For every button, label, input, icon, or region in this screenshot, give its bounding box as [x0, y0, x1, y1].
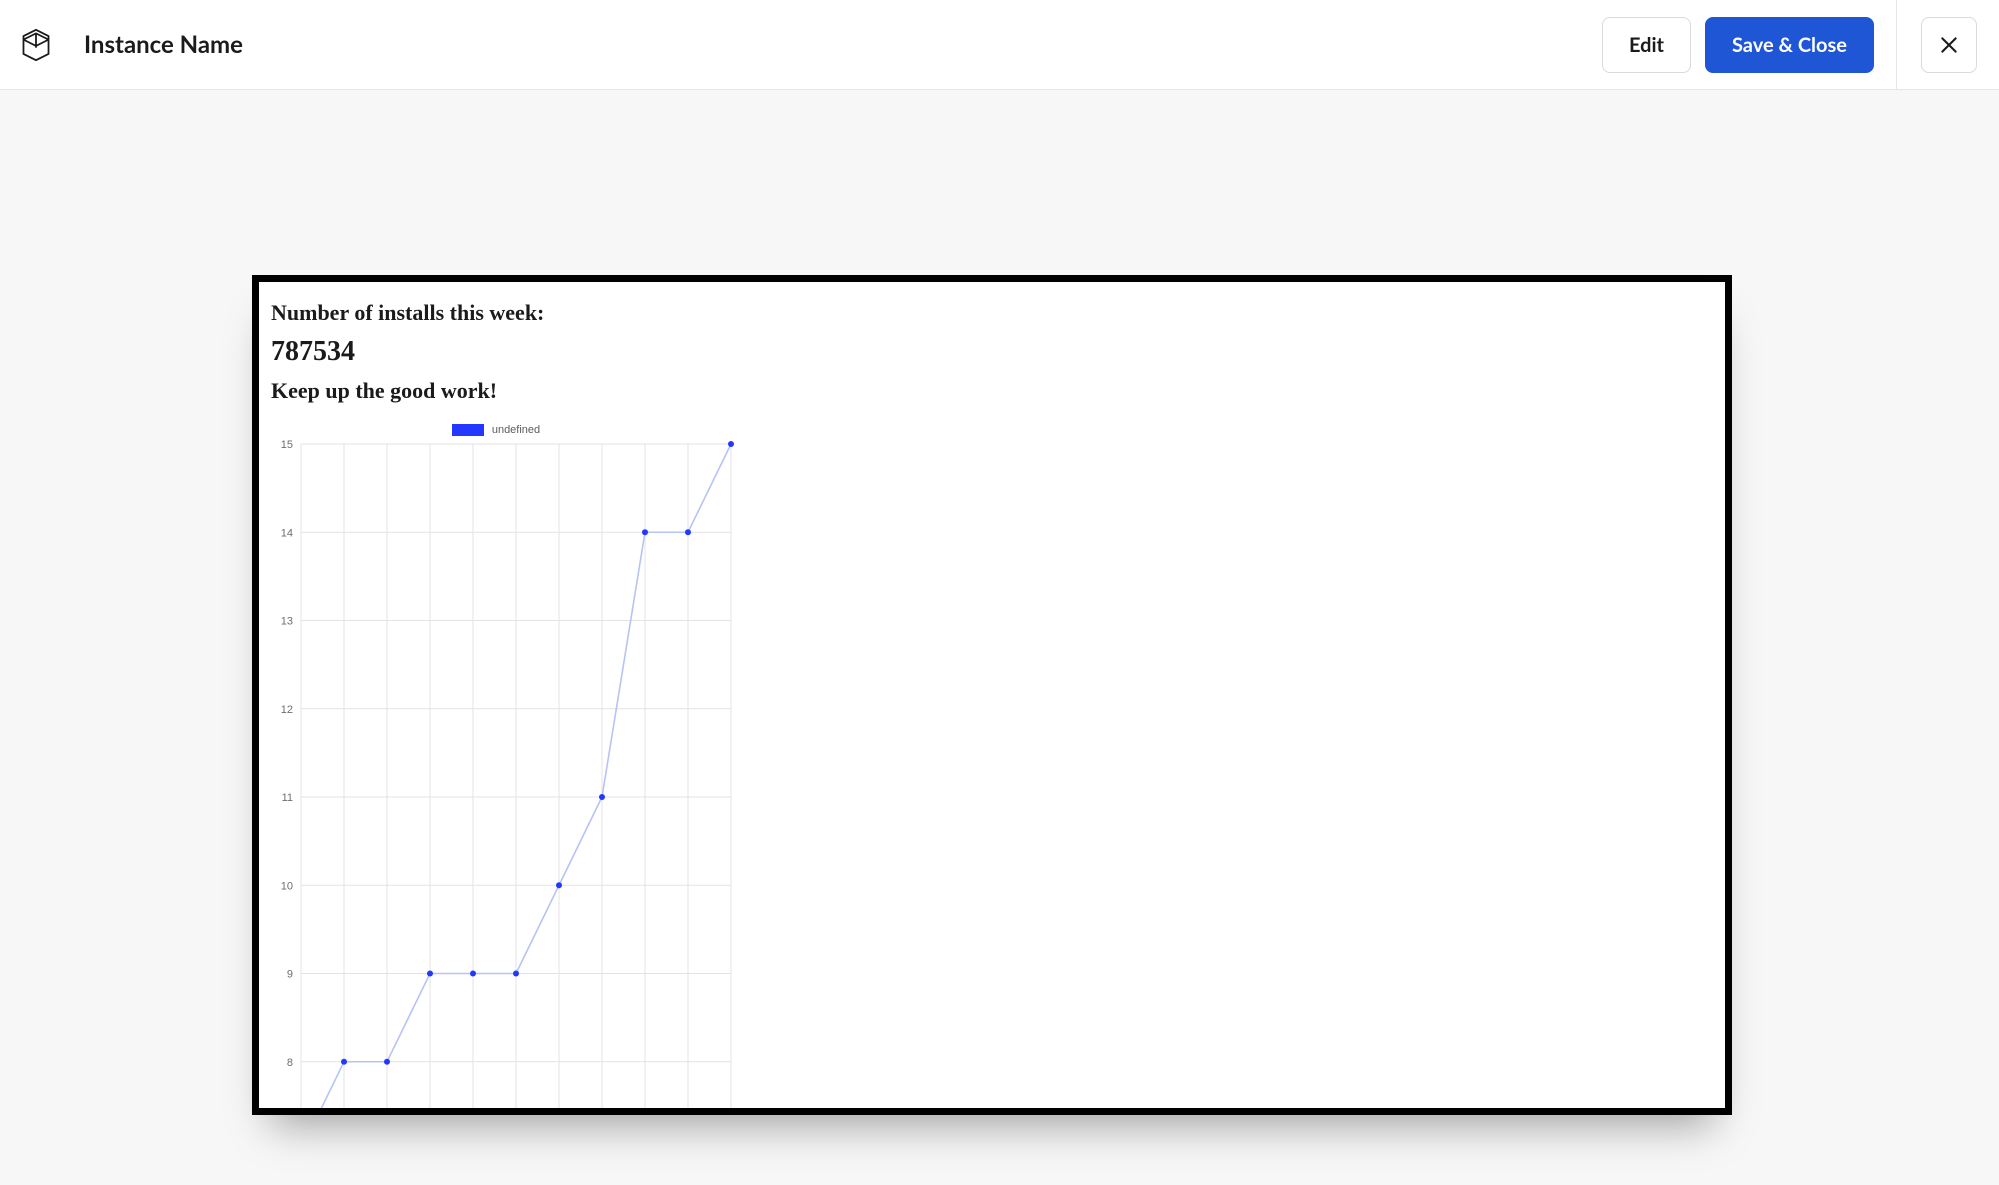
- stat-value: 787534: [271, 336, 1713, 368]
- chart: undefined 8 9 10 11 12 13 14 15: [271, 418, 1713, 1115]
- stat-sub: Keep up the good work!: [271, 378, 1713, 404]
- brand-logo: [16, 25, 56, 65]
- svg-text:12: 12: [281, 704, 293, 716]
- svg-text:14: 14: [281, 527, 293, 539]
- legend-swatch: [452, 424, 484, 436]
- header-bar: Instance Name Edit Save & Close: [0, 0, 1999, 90]
- svg-text:10: 10: [281, 880, 293, 892]
- cube-icon: [19, 28, 53, 62]
- svg-text:11: 11: [282, 792, 293, 804]
- stat-label: Number of installs this week:: [271, 300, 1713, 326]
- svg-text:8: 8: [287, 1057, 293, 1069]
- close-icon: [1939, 35, 1959, 55]
- page-title: Instance Name: [84, 30, 243, 59]
- chart-canvas: 8 9 10 11 12 13 14 15: [271, 440, 741, 1115]
- save-close-button[interactable]: Save & Close: [1705, 17, 1874, 73]
- preview-card: Number of installs this week: 787534 Kee…: [252, 275, 1732, 1115]
- svg-text:13: 13: [281, 616, 293, 628]
- close-button[interactable]: [1921, 17, 1977, 73]
- header-divider: [1896, 0, 1897, 90]
- edit-button[interactable]: Edit: [1602, 17, 1691, 73]
- svg-text:15: 15: [281, 440, 293, 451]
- legend-label: undefined: [492, 424, 540, 436]
- stage: Number of installs this week: 787534 Kee…: [0, 90, 1999, 1185]
- chart-legend: undefined: [271, 424, 721, 436]
- svg-text:9: 9: [287, 969, 293, 981]
